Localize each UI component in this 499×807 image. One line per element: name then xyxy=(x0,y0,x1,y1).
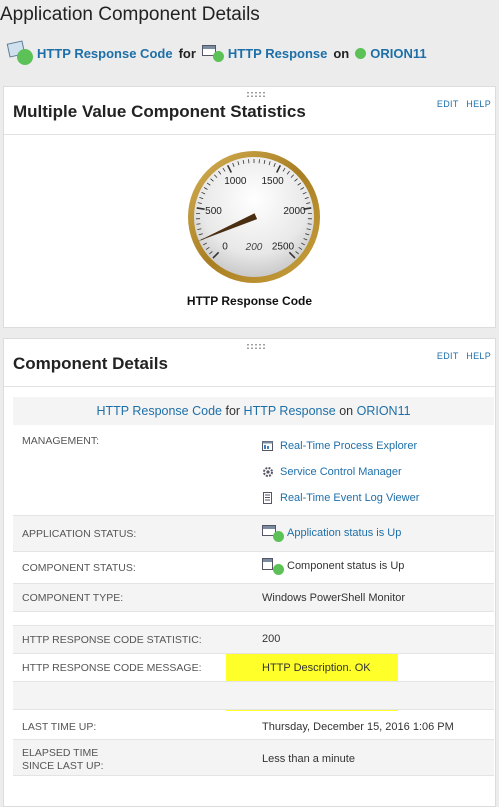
real-time-event-log-viewer-link[interactable]: Real-Time Event Log Viewer xyxy=(262,485,419,511)
edit-button[interactable]: EDIT xyxy=(437,99,459,109)
application-window-icon xyxy=(201,44,224,62)
management-links: Real-Time Process Explorer Service Contr… xyxy=(262,433,419,511)
elapsed-time-row: ELAPSED TIME SINCE LAST UP: Less than a … xyxy=(13,740,494,776)
breadcrumb-separator: on xyxy=(333,45,350,61)
gauge-value-readout: 200 xyxy=(245,242,263,253)
message-row: HTTP RESPONSE CODE MESSAGE: HTTP Descrip… xyxy=(13,654,494,682)
gauge-tick-label: 2500 xyxy=(272,241,295,252)
message-value: HTTP Description. OK xyxy=(262,662,371,674)
page-title: Application Component Details xyxy=(0,4,260,25)
application-status-label: APPLICATION STATUS: xyxy=(22,528,137,540)
breadcrumb: HTTP Response Code for HTTP Response on … xyxy=(6,40,427,66)
component-type-row: COMPONENT TYPE: Windows PowerShell Monit… xyxy=(13,584,494,612)
application-status-row: APPLICATION STATUS: Application status i… xyxy=(13,516,494,552)
process-explorer-icon xyxy=(262,441,273,451)
header-text: on xyxy=(339,404,354,418)
multiple-value-statistics-panel: Multiple Value Component Statistics EDIT… xyxy=(3,86,496,328)
breadcrumb-component-link[interactable]: HTTP Response Code xyxy=(37,46,173,61)
panel-title: Multiple Value Component Statistics xyxy=(13,102,306,121)
gauge-minor-tick xyxy=(307,223,312,225)
gauge-tick-label: 1500 xyxy=(261,176,284,187)
event-log-icon xyxy=(263,492,272,504)
details-table: HTTP Response Code for HTTP Response on … xyxy=(13,397,494,776)
elapsed-time-label: ELAPSED TIME SINCE LAST UP: xyxy=(22,747,104,772)
gauge-minor-tick xyxy=(196,223,201,225)
header-text: for xyxy=(225,404,241,418)
elapsed-time-value: Less than a minute xyxy=(262,753,355,765)
statistic-value: 200 xyxy=(262,633,281,645)
gauge-dial: 0 500 1000 1500 2000 2500 200 xyxy=(188,151,320,283)
breadcrumb-separator: for xyxy=(178,45,196,61)
gauge-tick-label: 0 xyxy=(222,241,228,252)
component-status-value: Component status is Up xyxy=(262,557,404,575)
spacer-row xyxy=(13,612,494,626)
node-status-icon xyxy=(355,47,367,59)
application-status-link[interactable]: Application status is Up xyxy=(287,527,401,539)
statistic-label: HTTP RESPONSE CODE STATISTIC: xyxy=(22,634,202,646)
statistic-row: HTTP RESPONSE CODE STATISTIC: 200 xyxy=(13,626,494,654)
application-window-icon xyxy=(262,524,284,542)
service-control-manager-link[interactable]: Service Control Manager xyxy=(262,459,419,485)
last-time-up-value: Thursday, December 15, 2016 1:06 PM xyxy=(262,721,454,733)
gauge-tick-label: 500 xyxy=(205,206,222,217)
spacer-row xyxy=(13,682,494,710)
component-details-panel: Component Details EDIT HELP HTTP Respons… xyxy=(3,338,496,807)
gear-icon xyxy=(263,467,273,477)
node-link[interactable]: ORION11 xyxy=(357,404,411,418)
real-time-process-explorer-link[interactable]: Real-Time Process Explorer xyxy=(262,433,419,459)
panel-header: Component Details EDIT HELP xyxy=(4,339,495,387)
message-label: HTTP RESPONSE CODE MESSAGE: xyxy=(22,662,202,674)
edit-button[interactable]: EDIT xyxy=(437,351,459,361)
last-time-up-label: LAST TIME UP: xyxy=(22,721,97,733)
component-status-row: COMPONENT STATUS: Component status is Up xyxy=(13,552,494,584)
panel-title: Component Details xyxy=(13,354,168,373)
application-link[interactable]: HTTP Response xyxy=(244,404,336,418)
gauge: 0 500 1000 1500 2000 2500 200 xyxy=(186,149,322,285)
breadcrumb-application-link[interactable]: HTTP Response xyxy=(228,46,327,61)
panel-actions: EDIT HELP xyxy=(432,99,491,109)
details-header: HTTP Response Code for HTTP Response on … xyxy=(13,397,494,426)
help-button[interactable]: HELP xyxy=(466,351,491,361)
application-status-value: Application status is Up xyxy=(262,524,401,542)
component-type-label: COMPONENT TYPE: xyxy=(22,592,124,604)
component-type-value: Windows PowerShell Monitor xyxy=(262,592,406,604)
gauge-tick-label: 1000 xyxy=(224,176,247,187)
component-link[interactable]: HTTP Response Code xyxy=(96,404,222,418)
panel-actions: EDIT HELP xyxy=(432,351,491,361)
breadcrumb-node-link[interactable]: ORION11 xyxy=(370,46,426,61)
management-row: MANAGEMENT: Real-Time Process Explorer S… xyxy=(13,426,494,516)
management-label: MANAGEMENT: xyxy=(22,435,100,447)
last-time-up-row: LAST TIME UP: Thursday, December 15, 201… xyxy=(13,710,494,740)
gauge-tick-label: 2000 xyxy=(283,206,306,217)
component-status-label: COMPONENT STATUS: xyxy=(22,562,136,574)
help-button[interactable]: HELP xyxy=(466,99,491,109)
application-status-icon xyxy=(6,40,33,65)
component-status-icon xyxy=(262,557,284,575)
panel-header: Multiple Value Component Statistics EDIT… xyxy=(4,87,495,135)
gauge-label: HTTP Response Code xyxy=(186,294,313,308)
